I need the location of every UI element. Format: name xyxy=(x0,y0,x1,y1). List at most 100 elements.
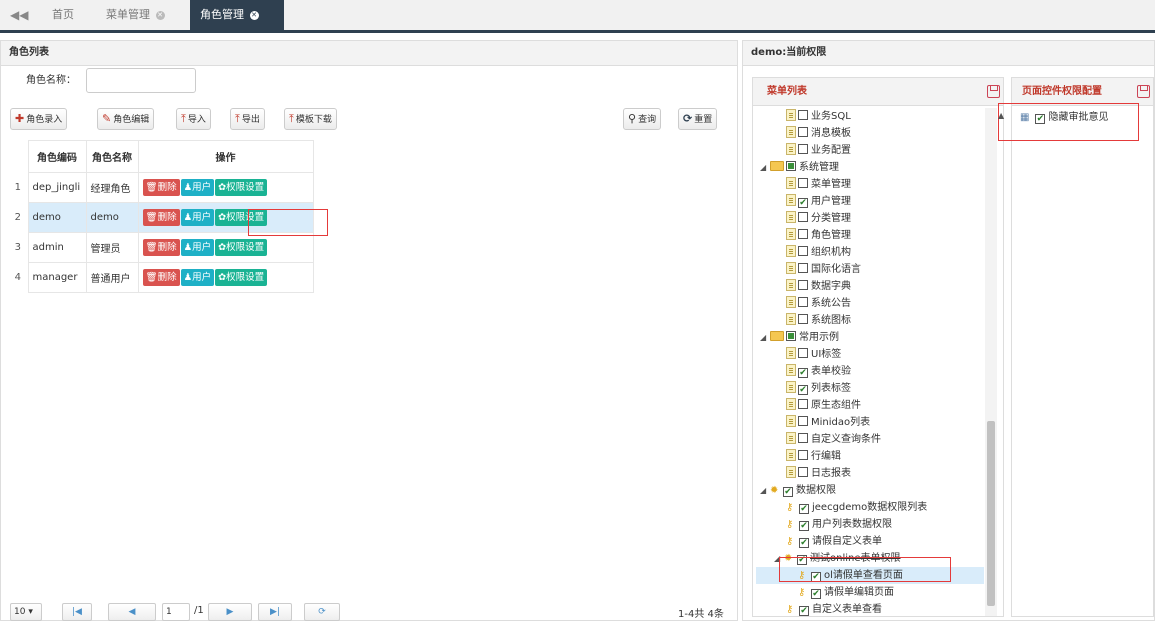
tree-node[interactable]: ◢ 系统管理 xyxy=(760,159,839,176)
save-icon[interactable] xyxy=(1137,85,1150,98)
checkbox[interactable] xyxy=(798,110,808,120)
tab-menu-management[interactable]: 菜单管理 ✕ xyxy=(96,0,175,30)
next-page-button[interactable]: ▶ xyxy=(208,603,252,621)
table-row[interactable]: 1 dep_jingli 经理角色 🗑删除 ♟用户 ✿权限设置 xyxy=(8,172,314,203)
query-button[interactable]: ⚲ 查询 xyxy=(623,108,662,130)
permission-settings-button[interactable]: ✿权限设置 xyxy=(215,269,268,286)
delete-button[interactable]: 🗑删除 xyxy=(142,239,180,256)
tree-node[interactable]: 系统图标 xyxy=(786,312,851,329)
tree-node[interactable]: ⚷ ✔ jeecgdemo数据权限列表 xyxy=(786,499,927,516)
permission-settings-button[interactable]: ✿权限设置 xyxy=(215,179,268,196)
user-button[interactable]: ♟用户 xyxy=(180,269,215,286)
table-row[interactable]: 4 manager 普通用户 🗑删除 ♟用户 ✿权限设置 xyxy=(8,262,314,293)
tree-node[interactable]: 消息模板 xyxy=(786,125,851,142)
reset-button[interactable]: ⟳ 重置 xyxy=(678,108,718,130)
checkbox[interactable] xyxy=(798,348,808,358)
import-button[interactable]: ⤒ 导入 xyxy=(176,108,211,130)
edit-role-button[interactable]: ✎ 角色编辑 xyxy=(97,108,155,130)
tree-node[interactable]: 业务SQL xyxy=(786,108,851,125)
checkbox[interactable] xyxy=(798,229,808,239)
user-button[interactable]: ♟用户 xyxy=(180,179,215,196)
checkbox-checked[interactable]: ✔ xyxy=(798,368,808,378)
tree-node[interactable]: ◢ ✹ ✔ 数据权限 xyxy=(760,482,836,499)
column-header-code[interactable]: 角色编码 xyxy=(27,140,87,173)
delete-button[interactable]: 🗑删除 xyxy=(142,209,180,226)
permission-settings-button[interactable]: ✿权限设置 xyxy=(215,239,268,256)
checkbox[interactable] xyxy=(798,178,808,188)
checkbox[interactable] xyxy=(798,144,808,154)
checkbox-partial[interactable] xyxy=(786,331,796,341)
page-input[interactable]: 1 xyxy=(162,603,190,621)
refresh-page-button[interactable]: ⟳ xyxy=(304,603,340,621)
tree-node[interactable]: 组织机构 xyxy=(786,244,851,261)
file-icon xyxy=(786,347,796,359)
tree-node[interactable]: 国际化语言 xyxy=(786,261,861,278)
checkbox-partial[interactable] xyxy=(786,161,796,171)
save-icon[interactable] xyxy=(987,85,1000,98)
collapse-icon[interactable]: ◢ xyxy=(760,329,770,346)
checkbox-checked[interactable]: ✔ xyxy=(799,606,809,616)
user-button[interactable]: ♟用户 xyxy=(180,239,215,256)
delete-button[interactable]: 🗑删除 xyxy=(142,179,180,196)
tree-node[interactable]: ✔ 列表标签 xyxy=(786,380,851,397)
checkbox[interactable] xyxy=(798,297,808,307)
close-icon[interactable]: ✕ xyxy=(155,11,165,20)
role-name-input[interactable] xyxy=(86,68,196,93)
checkbox-checked[interactable]: ✔ xyxy=(798,385,808,395)
collapse-icon[interactable]: ◢ xyxy=(760,482,770,499)
checkbox-checked[interactable]: ✔ xyxy=(799,538,809,548)
last-page-button[interactable]: ▶| xyxy=(258,603,292,621)
prev-page-button[interactable]: ◀ xyxy=(108,603,156,621)
checkbox[interactable] xyxy=(798,246,808,256)
tree-node[interactable]: UI标签 xyxy=(786,346,841,363)
tree-node[interactable]: 数据字典 xyxy=(786,278,851,295)
template-download-button[interactable]: ⤒ 模板下载 xyxy=(284,108,337,130)
tree-node[interactable]: ⚷ ✔ 请假单编辑页面 xyxy=(798,584,894,601)
checkbox[interactable] xyxy=(798,263,808,273)
tree-node[interactable]: ⚷ ✔ 用户列表数据权限 xyxy=(786,516,892,533)
checkbox-checked[interactable]: ✔ xyxy=(799,504,809,514)
checkbox-checked[interactable]: ✔ xyxy=(799,521,809,531)
tree-node[interactable]: ✔ 用户管理 xyxy=(786,193,851,210)
tree-node[interactable]: ◢ 常用示例 xyxy=(760,329,839,346)
delete-button[interactable]: 🗑删除 xyxy=(142,269,180,286)
tree-node[interactable]: 自定义查询条件 xyxy=(786,431,881,448)
checkbox[interactable] xyxy=(798,450,808,460)
tree-node[interactable]: 行编辑 xyxy=(786,448,841,465)
tree-node[interactable]: 角色管理 xyxy=(786,227,851,244)
tree-node[interactable]: ⚷ ✔ 自定义表单查看 xyxy=(786,601,882,618)
column-header-name[interactable]: 角色名称 xyxy=(85,140,139,173)
export-button[interactable]: ⤒ 导出 xyxy=(230,108,265,130)
close-icon[interactable]: ✕ xyxy=(249,11,259,20)
checkbox[interactable] xyxy=(798,433,808,443)
checkbox[interactable] xyxy=(798,127,808,137)
user-button[interactable]: ♟用户 xyxy=(180,209,215,226)
tree-node[interactable]: ⚷ ✔ 请假自定义表单 xyxy=(786,533,882,550)
checkbox-checked[interactable]: ✔ xyxy=(783,487,793,497)
add-role-button[interactable]: ✚ 角色录入 xyxy=(10,108,68,130)
checkbox[interactable] xyxy=(798,280,808,290)
page-size-select[interactable]: 10 ▾ xyxy=(10,603,42,621)
tab-role-management[interactable]: 角色管理 ✕ xyxy=(190,0,284,30)
tree-node[interactable]: 业务配置 xyxy=(786,142,851,159)
first-page-button[interactable]: |◀ xyxy=(62,603,92,621)
tree-node[interactable]: 菜单管理 xyxy=(786,176,851,193)
tree-scrollbar-thumb[interactable] xyxy=(987,421,995,606)
checkbox-checked[interactable]: ✔ xyxy=(811,589,821,599)
checkbox[interactable] xyxy=(798,399,808,409)
double-chevron-left-icon[interactable]: ◀◀ xyxy=(10,0,28,30)
tree-node[interactable]: 原生态组件 xyxy=(786,397,861,414)
tab-home[interactable]: 首页 xyxy=(42,0,84,30)
collapse-icon[interactable]: ◢ xyxy=(760,159,770,176)
checkbox[interactable] xyxy=(798,212,808,222)
checkbox[interactable] xyxy=(798,314,808,324)
tree-node[interactable]: ✔ 表单校验 xyxy=(786,363,851,380)
checkbox-checked[interactable]: ✔ xyxy=(798,198,808,208)
tree-node[interactable]: 分类管理 xyxy=(786,210,851,227)
checkbox[interactable] xyxy=(798,416,808,426)
tree-node[interactable]: 系统公告 xyxy=(786,295,851,312)
tree-node[interactable]: 日志报表 xyxy=(786,465,851,482)
checkbox[interactable] xyxy=(798,467,808,477)
tree-node[interactable]: Minidao列表 xyxy=(786,414,870,431)
table-row[interactable]: 3 admin 管理员 🗑删除 ♟用户 ✿权限设置 xyxy=(8,232,314,263)
